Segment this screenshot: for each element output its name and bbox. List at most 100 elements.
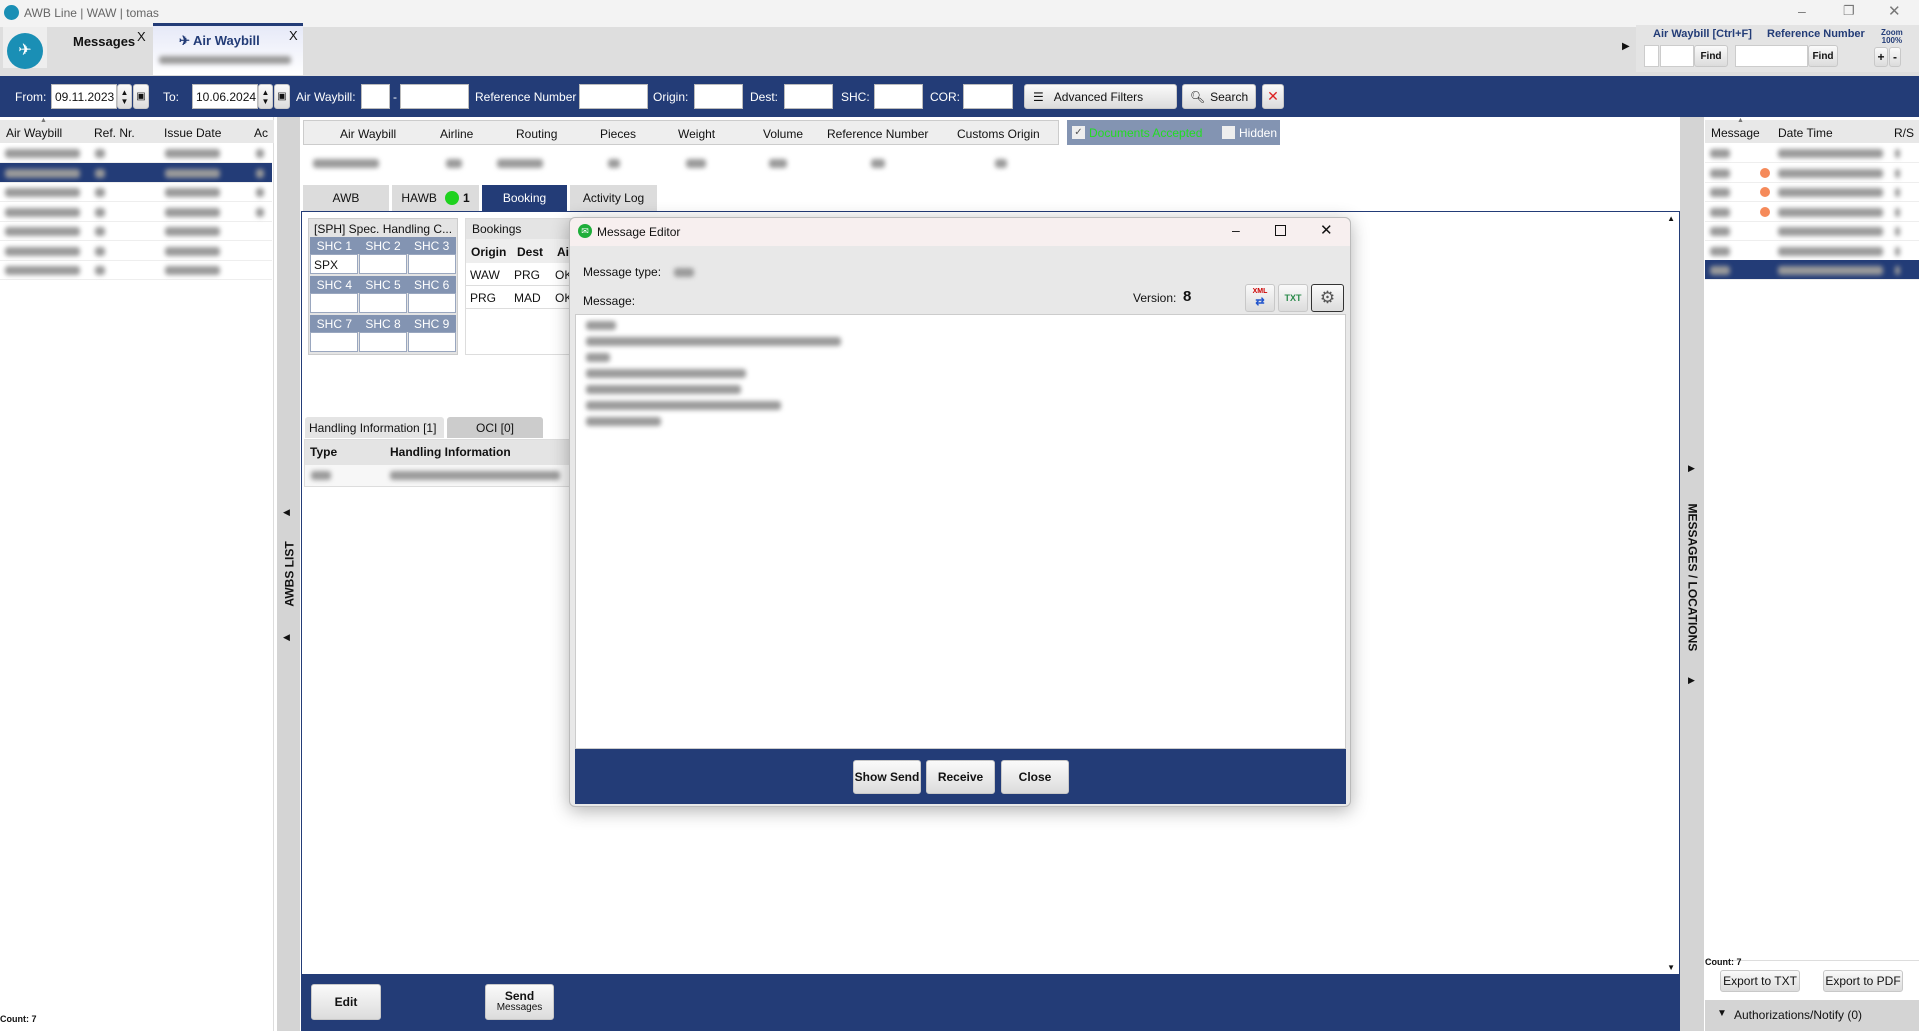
to-date-input[interactable]: 10.06.2024 <box>192 84 258 109</box>
col-message[interactable]: Message <box>1711 126 1760 140</box>
alert-dot-icon <box>1760 167 1770 178</box>
tab-awb[interactable]: AWB <box>303 185 389 211</box>
table-row[interactable] <box>0 162 272 183</box>
authorizations-section[interactable]: ▼ Authorizations/Notify (0) <box>1705 1000 1919 1031</box>
dialog-minimize-button[interactable]: – <box>1232 222 1240 238</box>
table-row[interactable] <box>1705 202 1919 222</box>
tab-booking[interactable]: Booking <box>482 185 567 211</box>
calendar-icon[interactable]: ▣ <box>133 84 149 109</box>
cor-input[interactable] <box>963 84 1013 109</box>
dest-input[interactable] <box>784 84 833 109</box>
zoom-out-button[interactable]: - <box>1889 47 1901 67</box>
table-row[interactable] <box>0 241 272 261</box>
shc-1-input[interactable]: SPX <box>310 254 358 274</box>
scroll-down-icon[interactable]: ▼ <box>1667 963 1675 972</box>
table-row[interactable] <box>305 465 575 486</box>
restore-button[interactable]: ❐ <box>1843 3 1855 19</box>
shc-6-input[interactable] <box>408 293 456 313</box>
show-send-button[interactable]: Show Send <box>853 760 921 794</box>
quick-ref-find-button[interactable]: Find <box>1808 45 1838 67</box>
expand-arrow-icon[interactable]: ▶ <box>1688 675 1695 686</box>
to-date-spinner[interactable]: ▲ ▼ <box>258 84 273 109</box>
xml-export-icon[interactable]: XML ⇄ <box>1245 284 1275 312</box>
table-row[interactable] <box>1705 221 1919 241</box>
origin-input[interactable] <box>694 84 743 109</box>
shc-2-input[interactable] <box>359 254 407 274</box>
quick-awb-input[interactable] <box>1660 45 1694 67</box>
scroll-up-icon[interactable]: ▲ <box>1667 214 1675 223</box>
from-date-spinner[interactable]: ▲ ▼ <box>117 84 132 109</box>
tab-air-waybill[interactable]: ✈ Air Waybill X <box>153 23 303 75</box>
version-label: Version: <box>1133 291 1177 305</box>
tab-hawb[interactable]: HAWB 1 <box>392 185 479 211</box>
table-row[interactable] <box>0 221 272 241</box>
shc-5-input[interactable] <box>359 293 407 313</box>
booking-row[interactable]: WAW PRG OK <box>466 263 576 286</box>
message-textarea[interactable] <box>575 314 1346 749</box>
col-ac[interactable]: Ac <box>254 126 268 140</box>
table-row[interactable] <box>1705 163 1919 183</box>
zoom-in-button[interactable]: + <box>1874 47 1888 67</box>
ref-filter-input[interactable] <box>579 84 648 109</box>
ref-filter-label: Reference Number <box>475 90 577 104</box>
hdr-reference-number: Reference Number <box>827 127 929 141</box>
hidden-checkbox[interactable] <box>1222 126 1235 139</box>
calendar-icon[interactable]: ▣ <box>274 84 290 109</box>
tab-activity-log[interactable]: Activity Log <box>570 185 657 211</box>
tab-close-icon[interactable]: X <box>289 28 298 43</box>
from-date-input[interactable]: 09.11.2023 <box>51 84 117 109</box>
shc-3-input[interactable] <box>408 254 456 274</box>
documents-accepted-checkbox[interactable]: ✓ <box>1072 126 1085 139</box>
col-air-waybill[interactable]: Air Waybill <box>6 126 62 140</box>
col-ref-nr[interactable]: Ref. Nr. <box>94 126 135 140</box>
shc-7-input[interactable] <box>310 332 358 352</box>
shc-8-input[interactable] <box>359 332 407 352</box>
table-row[interactable] <box>1705 182 1919 202</box>
txt-export-icon[interactable]: TXT <box>1278 284 1308 312</box>
tab-air-waybill-label: ✈ Air Waybill <box>179 33 260 48</box>
expand-arrow-icon[interactable]: ▶ <box>1688 463 1695 474</box>
collapse-arrow-icon[interactable]: ◀ <box>283 507 290 518</box>
table-row[interactable] <box>1705 241 1919 261</box>
edit-button[interactable]: Edit <box>311 984 381 1020</box>
advanced-filters-button[interactable]: ☰ Advanced Filters <box>1024 84 1177 109</box>
dialog-maximize-button[interactable] <box>1275 225 1286 236</box>
table-row[interactable] <box>0 202 272 222</box>
table-row[interactable] <box>0 143 272 163</box>
shc-9-input[interactable] <box>408 332 456 352</box>
quick-ref-input[interactable] <box>1735 45 1808 67</box>
table-row[interactable] <box>1705 143 1919 163</box>
send-messages-button[interactable]: Send Messages <box>485 984 554 1020</box>
expand-arrow-icon[interactable]: ▶ <box>1622 41 1630 52</box>
awb-prefix-input[interactable] <box>361 84 390 109</box>
awb-number-input[interactable] <box>400 84 469 109</box>
shc-input[interactable] <box>874 84 923 109</box>
table-row[interactable] <box>0 260 272 280</box>
receive-button[interactable]: Receive <box>926 760 995 794</box>
table-row[interactable] <box>1705 260 1919 280</box>
quick-awb-find-button[interactable]: Find <box>1694 45 1728 67</box>
search-button[interactable]: 🔍︎ Search <box>1182 84 1256 109</box>
shc-4-input[interactable] <box>310 293 358 313</box>
clear-filters-button[interactable]: ✕ <box>1262 84 1284 109</box>
tab-messages[interactable]: Messages X <box>60 29 152 75</box>
export-pdf-button[interactable]: Export to PDF <box>1823 970 1903 992</box>
tab-handling-information[interactable]: Handling Information [1] <box>305 417 444 438</box>
collapse-arrow-icon[interactable]: ◀ <box>283 632 290 643</box>
gear-icon[interactable]: ⚙ <box>1311 284 1344 312</box>
quick-awb-prefix-input[interactable] <box>1644 45 1659 67</box>
booking-row[interactable]: PRG MAD OK <box>466 286 576 309</box>
awbs-list-strip[interactable]: ◀ AWBS LIST ◀ <box>277 117 300 1031</box>
export-txt-button[interactable]: Export to TXT <box>1720 970 1800 992</box>
close-window-button[interactable]: ✕ <box>1888 2 1901 20</box>
close-button[interactable]: Close <box>1001 760 1069 794</box>
tab-close-icon[interactable]: X <box>137 29 146 44</box>
messages-locations-strip[interactable]: ▶ MESSAGES / LOCATIONS ▶ <box>1680 117 1704 1031</box>
col-date-time[interactable]: Date Time <box>1778 126 1833 140</box>
table-row[interactable] <box>0 182 272 202</box>
tab-oci[interactable]: OCI [0] <box>447 417 543 438</box>
dialog-close-button[interactable]: ✕ <box>1320 221 1333 239</box>
col-issue-date[interactable]: Issue Date <box>164 126 221 140</box>
minimize-button[interactable]: – <box>1798 3 1806 19</box>
col-rs[interactable]: R/S <box>1894 126 1914 140</box>
